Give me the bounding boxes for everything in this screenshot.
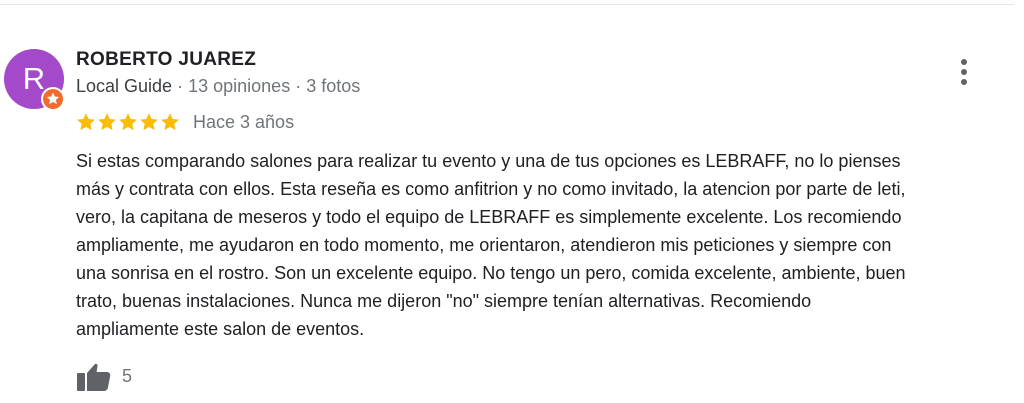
review-text: Si estas comparando salones para realiza… — [76, 151, 906, 339]
rating-row: Hace 3 años — [76, 110, 294, 134]
top-divider — [0, 4, 1014, 5]
like-count: 5 — [122, 365, 133, 386]
meta-separator: · — [177, 76, 184, 96]
more-vertical-icon — [961, 59, 967, 85]
thumbs-up-icon — [77, 363, 111, 391]
reviews-count: 13 opiniones — [188, 76, 291, 96]
reviewer-meta: Local Guide · 13 opiniones · 3 fotos — [76, 76, 360, 97]
like-button[interactable] — [76, 358, 112, 394]
more-options-button[interactable] — [950, 56, 978, 88]
meta-separator: · — [295, 76, 302, 96]
local-guide-star-icon — [41, 87, 65, 111]
star-icon — [119, 113, 137, 131]
photos-count: 3 fotos — [306, 76, 361, 96]
star-icon — [77, 113, 95, 131]
star-icon — [140, 113, 158, 131]
star-icon — [98, 113, 116, 131]
like-row: 5 — [76, 358, 132, 394]
review-date: Hace 3 años — [193, 111, 295, 132]
star-rating — [76, 112, 180, 132]
reviewer-name[interactable]: ROBERTO JUAREZ — [76, 49, 256, 71]
star-icon — [161, 113, 179, 131]
local-guide-label: Local Guide — [76, 76, 173, 96]
